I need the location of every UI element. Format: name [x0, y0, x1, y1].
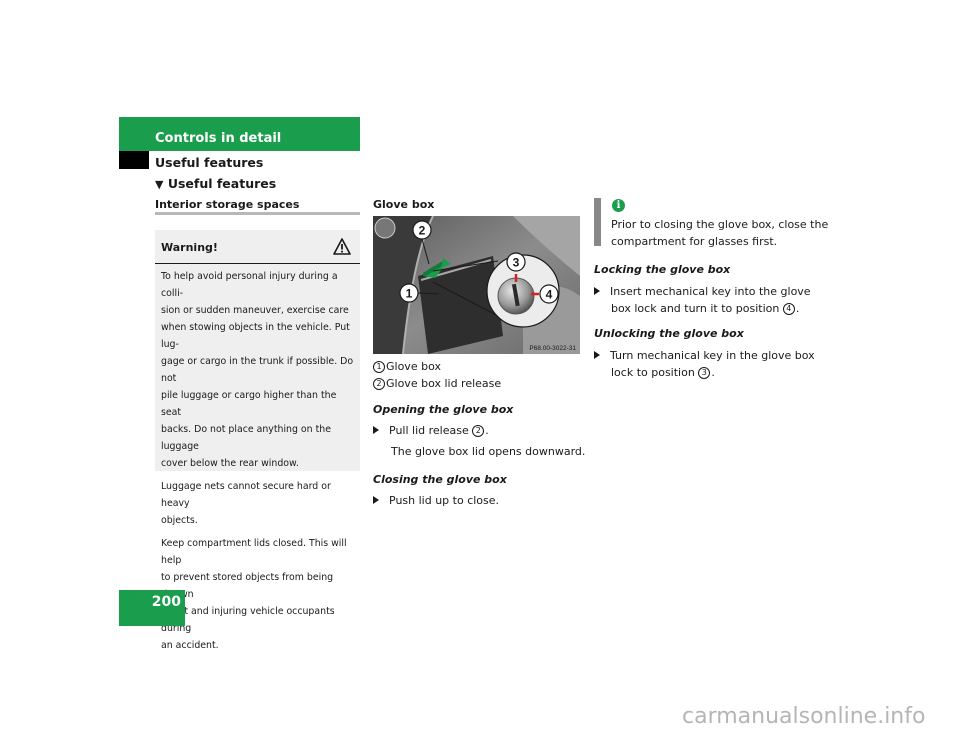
warning-line: an accident. — [161, 640, 219, 651]
figure-callout-3: 3 — [513, 256, 520, 270]
warning-line: backs. Do not place anything on the lugg… — [161, 424, 331, 452]
step-text: box lock and turn it to position — [611, 302, 780, 315]
bullet-arrow-icon — [594, 351, 600, 359]
warning-divider — [155, 263, 360, 264]
figure-code: P68.00-3022-31 — [529, 345, 576, 352]
step-text: Insert mechanical key into the glove — [610, 285, 811, 298]
opening-title: Opening the glove box — [373, 403, 514, 416]
bullet-arrow-icon — [373, 496, 379, 504]
warning-line: when stowing objects in the vehicle. Put… — [161, 322, 350, 350]
figure-legend: 1 Glove box 2 Glove box lid release — [373, 358, 501, 392]
opening-step: Pull lid release 2. — [373, 422, 489, 439]
warning-line: pile luggage or cargo higher than the se… — [161, 390, 337, 418]
warning-title: Warning! — [161, 241, 218, 254]
warning-line: To help avoid personal injury during a c… — [161, 271, 338, 299]
locking-title: Locking the glove box — [594, 263, 731, 276]
legend-text: Glove box lid release — [386, 377, 502, 390]
legend-item: 2 Glove box lid release — [373, 375, 501, 392]
warning-line: sion or sudden maneuver, exercise care — [161, 305, 349, 316]
subsection-title: ▼ Useful features — [155, 176, 276, 191]
info-note: Prior to closing the glove box, close th… — [611, 216, 828, 250]
bullet-arrow-icon — [594, 287, 600, 295]
locking-step: Insert mechanical key into the glove box… — [594, 283, 811, 317]
warning-line: Keep compartment lids closed. This will … — [161, 538, 347, 566]
warning-line: objects. — [161, 515, 198, 526]
warning-line: about and injuring vehicle occupants dur… — [161, 606, 335, 634]
warning-line: gage or cargo in the trunk if possible. … — [161, 356, 354, 384]
warning-line: Luggage nets cannot secure hard or heavy — [161, 481, 331, 509]
warning-paragraph-1: To help avoid personal injury during a c… — [161, 268, 357, 654]
figure-callout-4: 4 — [546, 288, 553, 302]
warning-triangle-icon — [333, 238, 351, 259]
closing-title: Closing the glove box — [373, 473, 507, 486]
position-num-4: 4 — [782, 303, 795, 315]
legend-num-2: 2 — [373, 378, 385, 390]
opening-result: The glove box lid opens downward. — [391, 445, 586, 458]
bullet-arrow-icon — [373, 426, 379, 434]
page-number: 200 — [151, 594, 181, 610]
step-suffix: . — [795, 302, 800, 315]
info-icon: i — [612, 199, 625, 212]
glove-box-figure: 2 1 3 4 P68.00-3022-31 — [373, 215, 580, 355]
section-title: Useful features — [155, 155, 264, 170]
unlocking-title: Unlocking the glove box — [594, 327, 744, 340]
step-suffix: . — [711, 366, 715, 379]
glove-box-heading: Glove box — [373, 198, 435, 211]
position-num-3: 3 — [698, 367, 711, 379]
warning-line: to prevent stored objects from being thr… — [161, 572, 334, 600]
watermark: carmanualsonline.info — [682, 704, 926, 729]
legend-num-1: 1 — [373, 361, 385, 373]
step-text: Pull lid release — [389, 424, 469, 437]
legend-item: 1 Glove box — [373, 358, 501, 375]
step-text: Push lid up to close. — [389, 494, 500, 507]
triangle-down-icon: ▼ — [155, 178, 164, 191]
legend-text: Glove box — [386, 360, 441, 373]
info-line: compartment for glasses first. — [611, 235, 778, 248]
info-line: Prior to closing the glove box, close th… — [611, 218, 829, 231]
section-tab-marker — [119, 151, 149, 169]
step-text: lock to position — [611, 366, 695, 379]
subsection-title-text: Useful features — [167, 176, 277, 191]
unlocking-step: Turn mechanical key in the glove box loc… — [594, 347, 815, 381]
figure-callout-1: 1 — [406, 287, 413, 301]
chapter-title: Controls in detail — [155, 131, 282, 146]
figure-callout-2: 2 — [419, 224, 426, 238]
heading-rule — [155, 212, 360, 215]
page-number-box: 200 — [119, 590, 185, 626]
info-side-bar — [594, 198, 601, 246]
step-suffix: . — [485, 424, 489, 437]
warning-box: Warning! To help avoid personal injury d… — [155, 230, 360, 651]
storage-heading: Interior storage spaces — [155, 198, 300, 211]
step-num: 2 — [472, 425, 485, 437]
step-text: Turn mechanical key in the glove box — [610, 349, 815, 362]
closing-step: Push lid up to close. — [373, 492, 499, 509]
warning-line: cover below the rear window. — [161, 458, 299, 469]
